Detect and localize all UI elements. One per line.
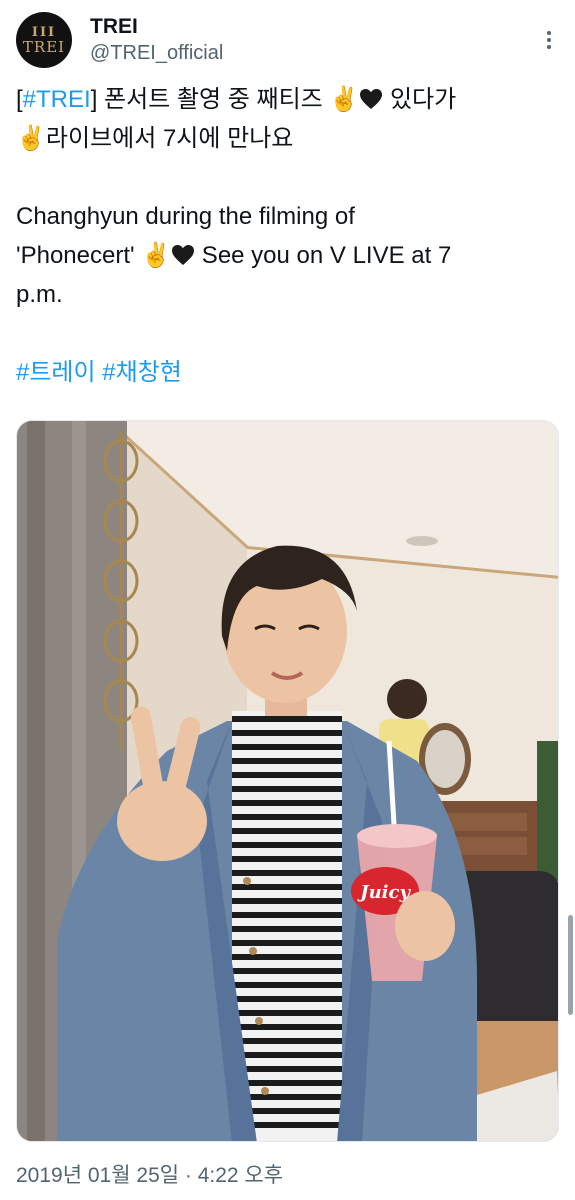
hashtag-trei-kr[interactable]: #트레이	[16, 359, 96, 386]
avatar-logo-word: TREI	[22, 37, 66, 56]
victory-hand-icon: ✌️	[16, 125, 46, 152]
hashtag-trei[interactable]: #TREI	[23, 86, 91, 113]
avatar[interactable]: III TREI	[16, 12, 72, 68]
tweet-header: III TREI TREI @TREI_official	[16, 12, 561, 68]
tweet-photo[interactable]: Juicy	[16, 420, 559, 1142]
tweet-text: [#TREI] 폰서트 촬영 중 째티즈 ✌️ 있다가 ✌️라이브에서 7시에 …	[16, 80, 561, 392]
victory-hand-icon: ✌️	[329, 86, 360, 113]
cup-label: Juicy	[357, 882, 411, 903]
avatar-logo-bars: III	[31, 24, 57, 40]
hashtag-changhyun[interactable]: #채창현	[102, 359, 182, 386]
scrollbar[interactable]	[568, 915, 573, 1015]
victory-hand-icon: ✌️	[141, 242, 172, 269]
black-heart-icon	[360, 89, 383, 109]
black-heart-icon	[172, 245, 195, 265]
handle[interactable]: @TREI_official	[90, 40, 223, 66]
tweet-timestamp[interactable]: 2019년 01월 25일 · 4:22 오후	[16, 1162, 283, 1190]
more-options-icon[interactable]	[537, 28, 561, 52]
author-names: TREI @TREI_official	[90, 14, 223, 66]
display-name[interactable]: TREI	[90, 14, 223, 40]
photo-illustration: Juicy	[17, 421, 558, 1141]
